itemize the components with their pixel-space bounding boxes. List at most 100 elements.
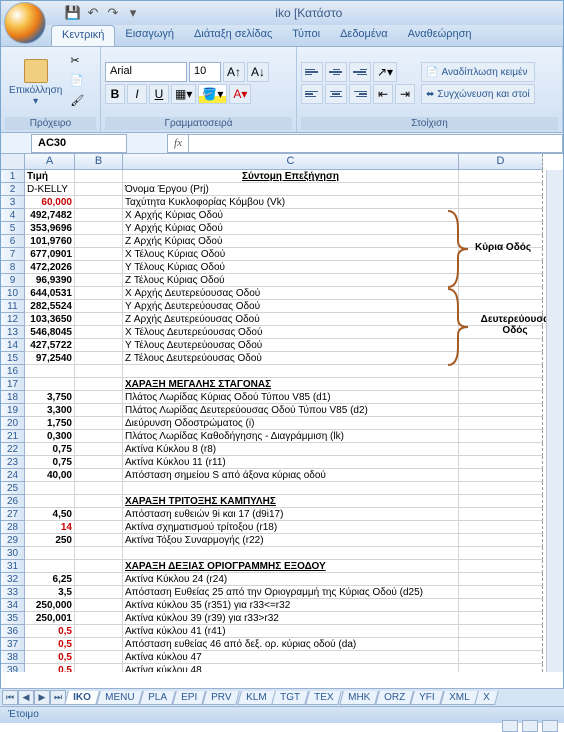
cell[interactable]: Πλάτος Λωρίδας Δευτερεύουσας Οδού Τύπου … bbox=[123, 404, 459, 417]
row-header[interactable]: 38 bbox=[1, 651, 25, 664]
row-header[interactable]: 33 bbox=[1, 586, 25, 599]
cell[interactable]: 4,50 bbox=[25, 508, 75, 521]
cell[interactable] bbox=[459, 534, 543, 547]
align-center-button[interactable] bbox=[325, 84, 347, 104]
grow-font-button[interactable]: A↑ bbox=[223, 62, 245, 82]
cell[interactable]: Τιμή bbox=[25, 170, 75, 183]
cell[interactable]: Ακτίνα κύκλου 39 (r39) για r33>r32 bbox=[123, 612, 459, 625]
cell[interactable] bbox=[459, 183, 543, 196]
row-header[interactable]: 13 bbox=[1, 326, 25, 339]
cell[interactable]: Όνομα Έργου (Prj) bbox=[123, 183, 459, 196]
cell[interactable] bbox=[75, 469, 123, 482]
office-button[interactable] bbox=[4, 2, 46, 44]
align-bottom-button[interactable] bbox=[349, 62, 371, 82]
cell[interactable] bbox=[459, 612, 543, 625]
cell[interactable]: Ακτίνα Τόξου Συναρμογής (r22) bbox=[123, 534, 459, 547]
cell[interactable]: 677,0901 bbox=[25, 248, 75, 261]
bold-button[interactable]: B bbox=[105, 84, 125, 104]
row-header[interactable]: 32 bbox=[1, 573, 25, 586]
cell[interactable] bbox=[75, 261, 123, 274]
row-header[interactable]: 17 bbox=[1, 378, 25, 391]
tab-home[interactable]: Κεντρική bbox=[51, 25, 115, 46]
cell[interactable]: Ακτίνα Κύκλου 11 (r11) bbox=[123, 456, 459, 469]
cell[interactable]: Ακτίνα κύκλου 41 (r41) bbox=[123, 625, 459, 638]
cell[interactable]: ΧΑΡΑΞΗ ΜΕΓΑΛΗΣ ΣΤΑΓΟΝΑΣ bbox=[123, 378, 459, 391]
cell[interactable] bbox=[75, 586, 123, 599]
cell[interactable]: 60,000 bbox=[25, 196, 75, 209]
cell[interactable]: 0,5 bbox=[25, 651, 75, 664]
cell[interactable] bbox=[25, 378, 75, 391]
copy-icon[interactable]: 📄 bbox=[70, 74, 88, 92]
cell[interactable] bbox=[459, 365, 543, 378]
row-header[interactable]: 3 bbox=[1, 196, 25, 209]
cell[interactable] bbox=[459, 287, 543, 300]
align-middle-button[interactable] bbox=[325, 62, 347, 82]
row-header[interactable]: 27 bbox=[1, 508, 25, 521]
cell[interactable] bbox=[459, 339, 543, 352]
col-header[interactable]: C bbox=[123, 154, 459, 170]
cell[interactable]: Ακτίνα Κύκλου 8 (r8) bbox=[123, 443, 459, 456]
cell[interactable] bbox=[459, 417, 543, 430]
cell[interactable] bbox=[459, 274, 543, 287]
cell[interactable]: 3,300 bbox=[25, 404, 75, 417]
cell[interactable]: 103,3650 bbox=[25, 313, 75, 326]
cell[interactable]: Απόσταση Ευθείας 25 από την Οριογραμμή τ… bbox=[123, 586, 459, 599]
col-header[interactable]: B bbox=[75, 154, 123, 170]
name-box[interactable]: AC30 bbox=[31, 134, 127, 153]
cell[interactable] bbox=[75, 456, 123, 469]
cell[interactable] bbox=[75, 378, 123, 391]
sheet-tab[interactable]: PLA bbox=[139, 691, 176, 705]
row-header[interactable]: 12 bbox=[1, 313, 25, 326]
row-header[interactable]: 9 bbox=[1, 274, 25, 287]
italic-button[interactable]: I bbox=[127, 84, 147, 104]
cell[interactable] bbox=[75, 573, 123, 586]
cell[interactable] bbox=[25, 482, 75, 495]
row-header[interactable]: 1 bbox=[1, 170, 25, 183]
row-header[interactable]: 15 bbox=[1, 352, 25, 365]
cell[interactable]: 427,5722 bbox=[25, 339, 75, 352]
row-header[interactable]: 24 bbox=[1, 469, 25, 482]
cell[interactable] bbox=[123, 547, 459, 560]
cell[interactable] bbox=[75, 625, 123, 638]
cell[interactable]: Πλάτος Λωρίδας Καθοδήγησης - Διαγράμμιση… bbox=[123, 430, 459, 443]
cell[interactable]: 0,300 bbox=[25, 430, 75, 443]
font-name-combo[interactable]: Arial bbox=[105, 62, 187, 82]
cell[interactable]: 14 bbox=[25, 521, 75, 534]
cell[interactable]: 3,5 bbox=[25, 586, 75, 599]
cell[interactable]: Απόσταση ευθείας 46 από δεξ. ορ. κύριας … bbox=[123, 638, 459, 651]
cell[interactable] bbox=[459, 456, 543, 469]
cell[interactable] bbox=[25, 365, 75, 378]
row-header[interactable]: 26 bbox=[1, 495, 25, 508]
fx-button[interactable]: fx bbox=[167, 134, 189, 153]
underline-button[interactable]: U bbox=[149, 84, 169, 104]
row-header[interactable]: 22 bbox=[1, 443, 25, 456]
cell[interactable] bbox=[459, 404, 543, 417]
col-header[interactable]: A bbox=[25, 154, 75, 170]
cell[interactable] bbox=[459, 625, 543, 638]
tab-layout[interactable]: Διάταξη σελίδας bbox=[184, 25, 282, 46]
sheet-tab[interactable]: IKO bbox=[64, 691, 100, 705]
cell[interactable]: X Τέλους Κύριας Οδού bbox=[123, 248, 459, 261]
cell[interactable]: 492,7482 bbox=[25, 209, 75, 222]
cell[interactable] bbox=[75, 430, 123, 443]
orientation-button[interactable]: ↗▾ bbox=[373, 62, 397, 82]
cell[interactable]: 3,750 bbox=[25, 391, 75, 404]
format-painter-icon[interactable]: 🖌 bbox=[70, 94, 88, 112]
cell[interactable]: Y Αρχής Δευτερεύουσας Οδού bbox=[123, 300, 459, 313]
cell[interactable] bbox=[75, 196, 123, 209]
sheet-tab[interactable]: X bbox=[474, 691, 498, 705]
cell[interactable]: 0,5 bbox=[25, 664, 75, 672]
save-icon[interactable]: 💾 bbox=[65, 5, 81, 21]
cell[interactable] bbox=[459, 482, 543, 495]
cell[interactable] bbox=[459, 391, 543, 404]
cell[interactable]: 96,9390 bbox=[25, 274, 75, 287]
cell[interactable]: 0,75 bbox=[25, 456, 75, 469]
row-header[interactable]: 35 bbox=[1, 612, 25, 625]
row-header[interactable]: 21 bbox=[1, 430, 25, 443]
cell[interactable]: 250 bbox=[25, 534, 75, 547]
cell[interactable] bbox=[75, 482, 123, 495]
row-header[interactable]: 11 bbox=[1, 300, 25, 313]
cell[interactable] bbox=[123, 482, 459, 495]
formula-bar[interactable] bbox=[189, 134, 563, 153]
row-header[interactable]: 25 bbox=[1, 482, 25, 495]
